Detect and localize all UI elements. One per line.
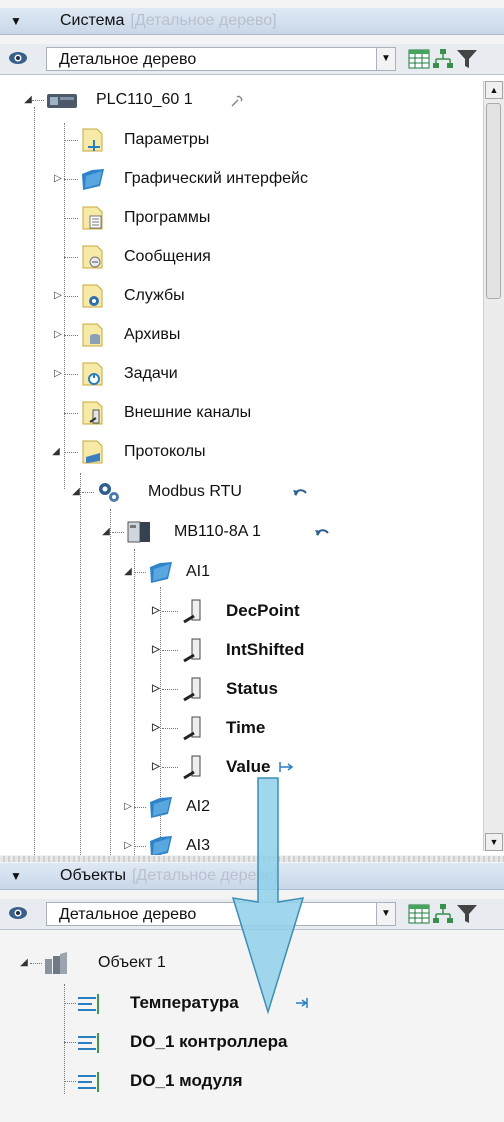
protocols-icon: [82, 440, 103, 464]
signal-icon: [78, 1033, 99, 1053]
variable-icon: [183, 677, 201, 702]
parameters-icon: [82, 128, 103, 152]
objects-panel-header[interactable]: ▼ Объекты [Детальное дерево]: [0, 863, 504, 890]
vertical-scrollbar[interactable]: ▲ ▼: [483, 81, 504, 851]
plc-icon: [47, 94, 77, 108]
view-mode-select[interactable]: Детальное дерево ▼: [46, 902, 396, 926]
expand-arrow-icon[interactable]: ▷: [150, 752, 162, 782]
signal-icon: [78, 994, 99, 1014]
panel-subtitle: [Детальное дерево]: [131, 867, 279, 884]
collapse-arrow-icon[interactable]: ◢: [70, 477, 82, 507]
objects-tree: ◢ Объект 1 Температура DO_1 контроллера …: [0, 930, 504, 1122]
tree-node-label: PLC110_60 1: [96, 91, 193, 108]
expand-arrow-icon[interactable]: ▷: [150, 674, 162, 704]
variable-icon: [183, 716, 201, 741]
filter-icon[interactable]: [456, 903, 478, 925]
tasks-icon: [82, 362, 103, 386]
collapse-arrow-icon[interactable]: ◢: [18, 948, 30, 978]
scroll-down-icon[interactable]: ▼: [485, 833, 503, 851]
blue-folder-icon: [82, 169, 104, 190]
expand-arrow-icon[interactable]: ▷: [122, 792, 134, 822]
hierarchy-icon[interactable]: [432, 48, 454, 70]
blue-folder-icon: [150, 562, 172, 583]
gears-icon: [99, 483, 119, 502]
signal-icon: [78, 1072, 99, 1092]
link-out-icon: [279, 762, 294, 772]
panel-splitter[interactable]: [0, 856, 504, 862]
collapse-panel-icon[interactable]: ▼: [10, 8, 22, 34]
variable-icon: [183, 599, 201, 624]
collapse-arrow-icon[interactable]: ◢: [100, 517, 112, 547]
scroll-up-icon[interactable]: ▲: [485, 81, 503, 99]
system-tree: ◢ PLC110_60 1 Параметры ▷ Графический ин…: [0, 75, 504, 855]
panel-subtitle: [Детальное дерево]: [130, 12, 277, 29]
external-channels-icon: [82, 401, 103, 425]
undo-arrow-icon: [315, 529, 329, 536]
system-panel-header[interactable]: ▼ Система [Детальное дерево]: [0, 8, 504, 35]
view-toolbar: Детальное дерево ▼: [0, 899, 504, 930]
panel-title: Система: [60, 12, 125, 29]
table-icon[interactable]: [408, 903, 430, 925]
expand-arrow-icon[interactable]: ▷: [52, 281, 64, 311]
view-toolbar: Детальное дерево ▼: [0, 44, 504, 75]
scroll-thumb[interactable]: [486, 103, 501, 299]
expand-arrow-icon[interactable]: ▷: [150, 713, 162, 743]
expand-arrow-icon[interactable]: ▷: [52, 320, 64, 350]
eye-icon[interactable]: [8, 51, 28, 65]
collapse-arrow-icon[interactable]: ◢: [50, 437, 62, 467]
expand-arrow-icon[interactable]: ▷: [150, 596, 162, 626]
table-icon[interactable]: [408, 48, 430, 70]
link-in-icon: [296, 998, 308, 1008]
expand-arrow-icon[interactable]: ▷: [150, 635, 162, 665]
eye-icon[interactable]: [8, 906, 28, 920]
variable-icon: [183, 638, 201, 663]
expand-arrow-icon[interactable]: ▷: [122, 831, 134, 855]
filter-icon[interactable]: [456, 48, 478, 70]
messages-icon: [82, 245, 103, 269]
variable-icon: [183, 755, 201, 780]
collapse-panel-icon[interactable]: ▼: [10, 863, 22, 889]
undo-arrow-icon: [293, 489, 307, 496]
programs-icon: [82, 206, 103, 230]
archives-icon: [82, 323, 103, 347]
blue-folder-icon: [150, 836, 172, 855]
hierarchy-icon[interactable]: [432, 903, 454, 925]
link-icon: [231, 95, 243, 107]
expand-arrow-icon[interactable]: ▷: [52, 359, 64, 389]
blue-folder-icon: [150, 797, 172, 818]
panel-title: Объекты: [60, 867, 126, 884]
expand-arrow-icon[interactable]: ▷: [52, 164, 64, 194]
services-icon: [82, 284, 103, 308]
view-mode-select[interactable]: Детальное дерево ▼: [46, 47, 396, 71]
chevron-down-icon[interactable]: ▼: [376, 48, 395, 70]
factory-icon: [45, 952, 67, 974]
module-icon: [127, 521, 150, 543]
chevron-down-icon[interactable]: ▼: [376, 903, 395, 925]
collapse-arrow-icon[interactable]: ◢: [122, 557, 134, 587]
